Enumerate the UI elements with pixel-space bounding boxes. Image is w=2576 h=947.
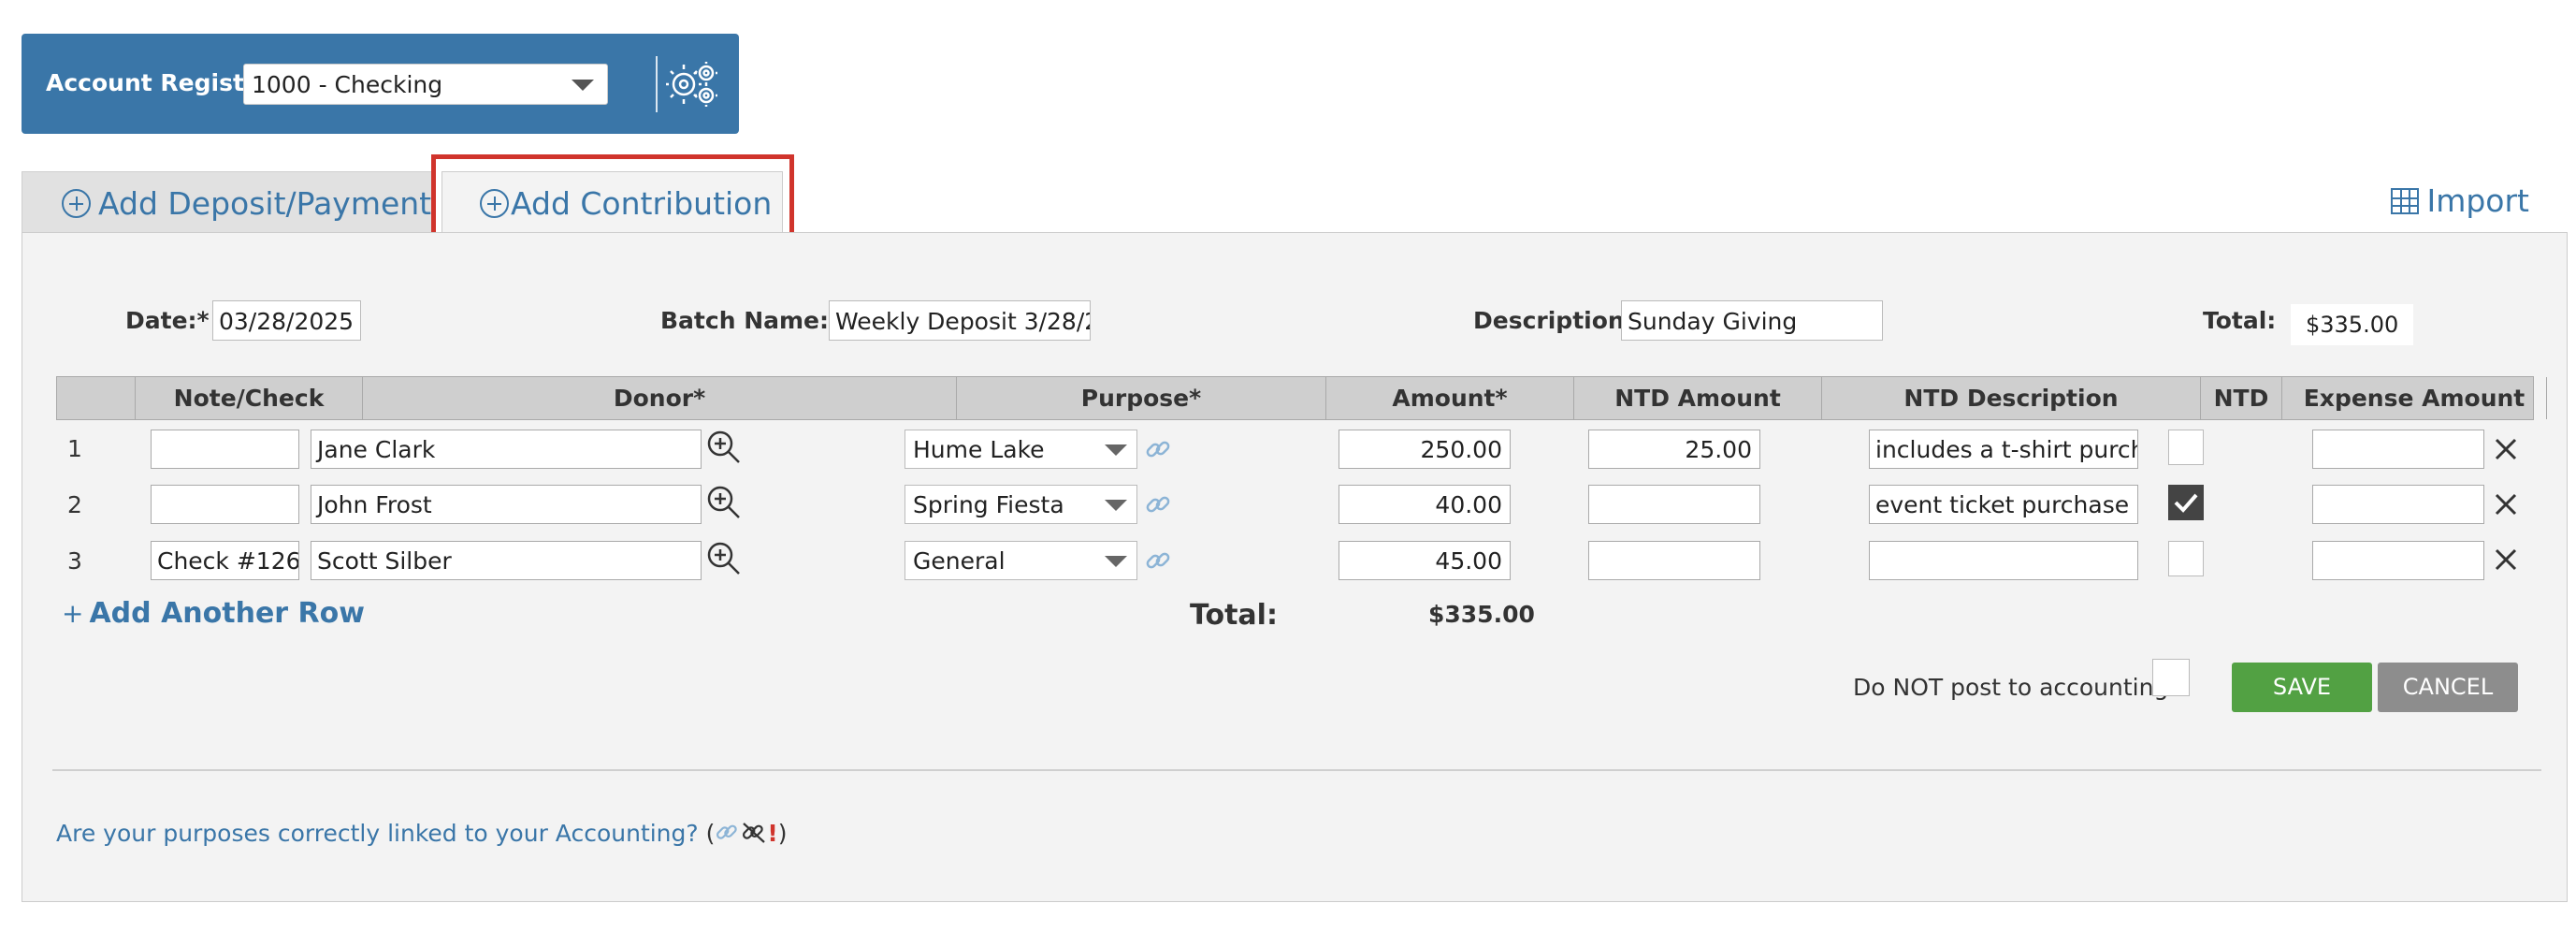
chevron-down-icon [1105,556,1127,567]
close-icon[interactable] [2493,546,2519,573]
save-button[interactable]: SAVE [2232,663,2372,712]
row-number: 2 [67,491,82,518]
col-amount: Amount* [1326,377,1574,419]
note-check-input[interactable]: Check #1265 [151,541,299,580]
description-field[interactable]: Sunday Giving [1621,300,1883,341]
amount-input[interactable]: 40.00 [1339,485,1511,524]
link-icon[interactable] [1144,546,1172,575]
import-label: Import [2426,182,2529,219]
amount-input[interactable]: 45.00 [1339,541,1511,580]
paren-open: ( [705,820,716,847]
ntd-checkbox[interactable] [2168,541,2204,576]
note-check-input[interactable] [151,430,299,469]
table-header: Note/Check Donor* Purpose* Amount* NTD A… [56,376,2547,420]
link-icon[interactable] [1144,490,1172,518]
no-post-label: Do NOT post to accounting? [1853,674,2181,701]
cancel-button[interactable]: CANCEL [2378,663,2518,712]
total-label: Total: [2203,307,2277,334]
warning-mark: ! [767,820,778,847]
expense-amount-input[interactable] [2312,430,2484,469]
add-another-row-link[interactable]: + Add Another Row [62,597,365,630]
purpose-select[interactable]: Spring Fiesta [904,485,1137,524]
ntd-amount-input[interactable] [1588,541,1760,580]
note-check-input[interactable] [151,485,299,524]
ntd-description-input[interactable]: includes a t-shirt purchase [1869,430,2138,469]
purpose-value: Hume Lake [913,436,1045,463]
zoom-search-icon[interactable] [705,540,743,577]
ntd-amount-input[interactable] [1588,485,1760,524]
donor-input[interactable]: Jane Clark [311,430,702,469]
purpose-select[interactable]: General [904,541,1137,580]
table-total-value: $335.00 [1428,601,1535,628]
broken-link-icon [743,823,766,843]
total-value: $335.00 [2291,304,2414,345]
close-icon[interactable] [2493,491,2519,517]
tab-add-deposit-payment[interactable]: Add Deposit/Payment [22,171,432,233]
col-purpose: Purpose* [957,377,1326,419]
col-ntd-description: NTD Description [1822,377,2201,419]
purpose-select[interactable]: Hume Lake [904,430,1137,469]
row-number: 1 [67,435,82,462]
donor-input[interactable]: Scott Silber [311,541,702,580]
col-expense-amount: Expense Amount [2282,377,2547,419]
ntd-description-input[interactable]: event ticket purchase [1869,485,2138,524]
expense-amount-input[interactable] [2312,485,2484,524]
import-link[interactable]: Import [2391,182,2529,219]
purposes-linked-help[interactable]: Are your purposes correctly linked to yo… [56,820,788,847]
col-ntd: NTD [2201,377,2282,419]
account-select-value: 1000 - Checking [252,71,443,98]
batch-name-field[interactable]: Weekly Deposit 3/28/25 [829,300,1091,341]
purpose-value: General [913,547,1006,575]
ntd-amount-input[interactable]: 25.00 [1588,430,1760,469]
description-label: Description: [1473,307,1634,334]
donor-input[interactable]: John Frost [311,485,702,524]
paren-close: ) [777,820,788,847]
ntd-checkbox[interactable] [2168,430,2204,465]
help-link-text: Are your purposes correctly linked to yo… [56,820,699,847]
chevron-down-icon [1105,444,1127,456]
table-total-label: Total: [1190,599,1278,632]
col-index [57,377,136,419]
plus-icon: + [62,598,84,629]
row-number: 3 [67,547,82,575]
col-donor: Donor* [363,377,957,419]
account-select[interactable]: 1000 - Checking [243,64,608,105]
purpose-value: Spring Fiesta [913,491,1064,518]
tab-label: Add Deposit/Payment [98,185,432,222]
account-register-bar: Account Register: 1000 - Checking [22,34,739,134]
date-label: Date:* [125,307,210,334]
batch-name-label: Batch Name:* [660,307,842,334]
checkmark-icon [2174,493,2198,513]
expense-amount-input[interactable] [2312,541,2484,580]
chevron-down-icon [1105,500,1127,511]
divider [656,56,658,112]
zoom-search-icon[interactable] [705,484,743,521]
gears-icon[interactable] [665,60,719,109]
no-post-checkbox[interactable] [2152,659,2190,696]
amount-input[interactable]: 250.00 [1339,430,1511,469]
highlight-annotation [431,154,794,243]
close-icon[interactable] [2493,436,2519,462]
ntd-description-input[interactable] [1869,541,2138,580]
link-icon[interactable] [1144,435,1172,463]
add-row-label: Add Another Row [89,597,365,630]
ntd-checkbox[interactable] [2168,485,2204,520]
chevron-down-icon [572,80,594,91]
col-ntd-amount: NTD Amount [1574,377,1822,419]
plus-circle-icon [62,189,91,218]
divider [52,769,2541,771]
col-note-check: Note/Check [136,377,363,419]
link-icon [716,824,738,839]
date-field[interactable]: 03/28/2025 [212,300,361,341]
table-icon [2391,188,2420,214]
zoom-search-icon[interactable] [705,429,743,466]
